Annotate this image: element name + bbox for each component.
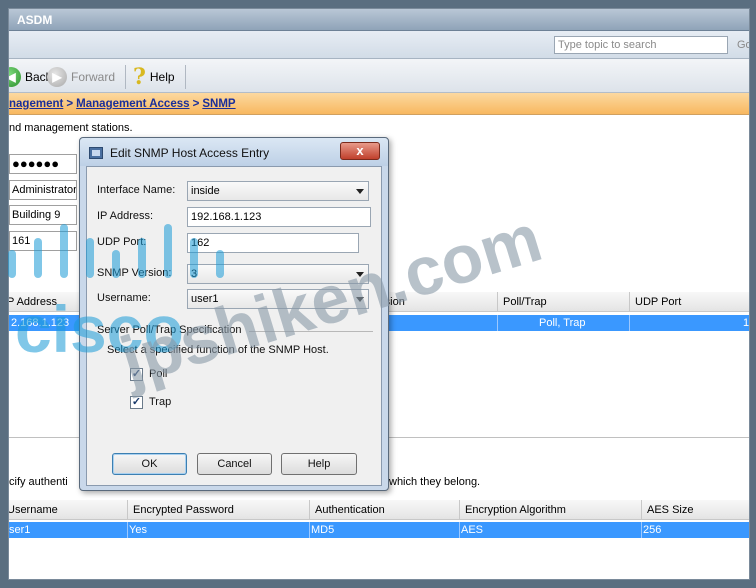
breadcrumb-item-management-access[interactable]: Management Access [76,98,189,110]
dialog-title-bar: Edit SNMP Host Access Entry x [80,138,388,166]
interface-name-value: inside [191,185,220,197]
user-username-cell: ser1 [9,524,31,536]
user-col-aes-size[interactable]: AES Size [647,504,693,516]
title-bar: ASDM [9,9,749,31]
column-divider [641,500,642,520]
trap-label: Trap [149,396,172,408]
help-label: Help [149,70,175,84]
dialog-app-icon [89,147,103,159]
forward-button[interactable]: ▶ Forward [47,66,115,88]
column-divider [497,315,498,331]
auth-description-left: cify authenti [9,476,68,488]
breadcrumb-separator: > [66,98,74,110]
search-bar: Type topic to search Go [9,31,749,59]
edit-snmp-host-dialog: Edit SNMP Host Access Entry x Interface … [79,137,389,491]
toolbar: ◀ Back ▶ Forward ? Help [9,59,749,93]
breadcrumb-separator: > [192,98,200,110]
forward-label: Forward [71,70,116,84]
column-divider [309,522,310,538]
user-table-header: Username Encrypted Password Authenticati… [9,500,749,520]
user-col-authentication[interactable]: Authentication [315,504,385,516]
column-divider [497,292,498,312]
back-arrow-icon: ◀ [9,67,21,87]
column-divider [309,500,310,520]
host-col-udp-port[interactable]: UDP Port [635,296,681,308]
poll-trap-description: Select a specified function of the SNMP … [107,344,329,356]
dropdown-arrow-icon [356,272,364,277]
back-button[interactable]: ◀ Back [9,66,52,88]
breadcrumb-item-management[interactable]: nagement [9,98,63,110]
dropdown-arrow-icon [356,297,364,302]
help-dialog-button[interactable]: Help [281,453,357,475]
search-input[interactable]: Type topic to search [554,36,728,54]
snmp-version-select[interactable]: 3 [187,264,369,284]
forward-arrow-icon: ▶ [47,67,67,87]
user-col-encryption-algorithm[interactable]: Encryption Algorithm [465,504,566,516]
breadcrumb: nagement > Management Access > SNMP [9,93,749,115]
asdm-window: ASDM Type topic to search Go ◀ Back ▶ Fo… [8,8,750,580]
column-divider [127,500,128,520]
username-select[interactable]: user1 [187,289,369,309]
column-divider [641,522,642,538]
host-ip-cell: 2.168.1.123 [11,317,70,329]
breadcrumb-item-snmp[interactable]: SNMP [202,98,235,110]
toolbar-separator [125,65,126,89]
user-col-encrypted-password[interactable]: Encrypted Password [133,504,234,516]
user-encryption-cell: AES [461,524,484,536]
poll-trap-group-title: Server Poll/Trap Specification [97,324,242,336]
dropdown-arrow-icon [356,189,364,194]
user-aes-cell: 256 [643,524,662,536]
toolbar-separator [185,65,186,89]
window-title: ASDM [17,13,53,27]
poll-checkbox[interactable]: ✓ [130,368,143,381]
ok-button[interactable]: OK [112,453,187,475]
close-button[interactable]: x [340,142,380,160]
udp-port-input[interactable]: 162 [187,233,359,253]
username-value: user1 [191,293,219,305]
column-divider [629,315,630,331]
help-question-icon: ? [133,64,146,90]
snmp-version-value: 3 [191,268,198,280]
trap-checkbox[interactable]: ✓ [130,396,143,409]
udp-port-label: UDP Port: [97,236,147,248]
column-divider [459,522,460,538]
host-udp-port-cell: 1 [743,317,750,329]
poll-label: Poll [149,368,168,380]
username-label: Username: [97,292,151,304]
ip-address-input[interactable]: 192.168.1.123 [187,207,371,227]
dialog-title: Edit SNMP Host Access Entry [110,146,270,160]
column-divider [127,522,128,538]
contact-field[interactable]: Administrator [9,180,77,200]
panel-description: nd management stations. [9,122,133,134]
user-encrypted-cell: Yes [129,524,147,536]
host-poll-trap-cell: Poll, Trap [539,317,586,329]
host-col-ip[interactable]: P Address [9,296,57,308]
community-string-field[interactable]: ●●●●●● [9,154,77,174]
listening-port-field[interactable]: 161 [9,231,77,251]
user-auth-cell: MD5 [311,524,335,536]
interface-name-label: Interface Name: [97,184,176,196]
ip-address-label: IP Address: [97,210,154,222]
search-go-button[interactable]: Go [737,39,749,51]
auth-description-right: which they belong. [389,476,481,488]
user-col-username[interactable]: Username [9,504,58,516]
location-field[interactable]: Building 9 [9,205,77,225]
column-divider [629,292,630,312]
column-divider [459,500,460,520]
snmp-version-label: SNMP Version: [97,267,172,279]
interface-name-select[interactable]: inside [187,181,369,201]
group-separator [249,331,373,332]
table-row[interactable]: ser1 Yes MD5 AES 256 [9,522,749,538]
help-button[interactable]: ? Help [133,66,175,88]
dialog-body: Interface Name: inside IP Address: 192.1… [86,166,382,486]
cancel-button[interactable]: Cancel [197,453,272,475]
host-col-poll-trap[interactable]: Poll/Trap [503,296,547,308]
